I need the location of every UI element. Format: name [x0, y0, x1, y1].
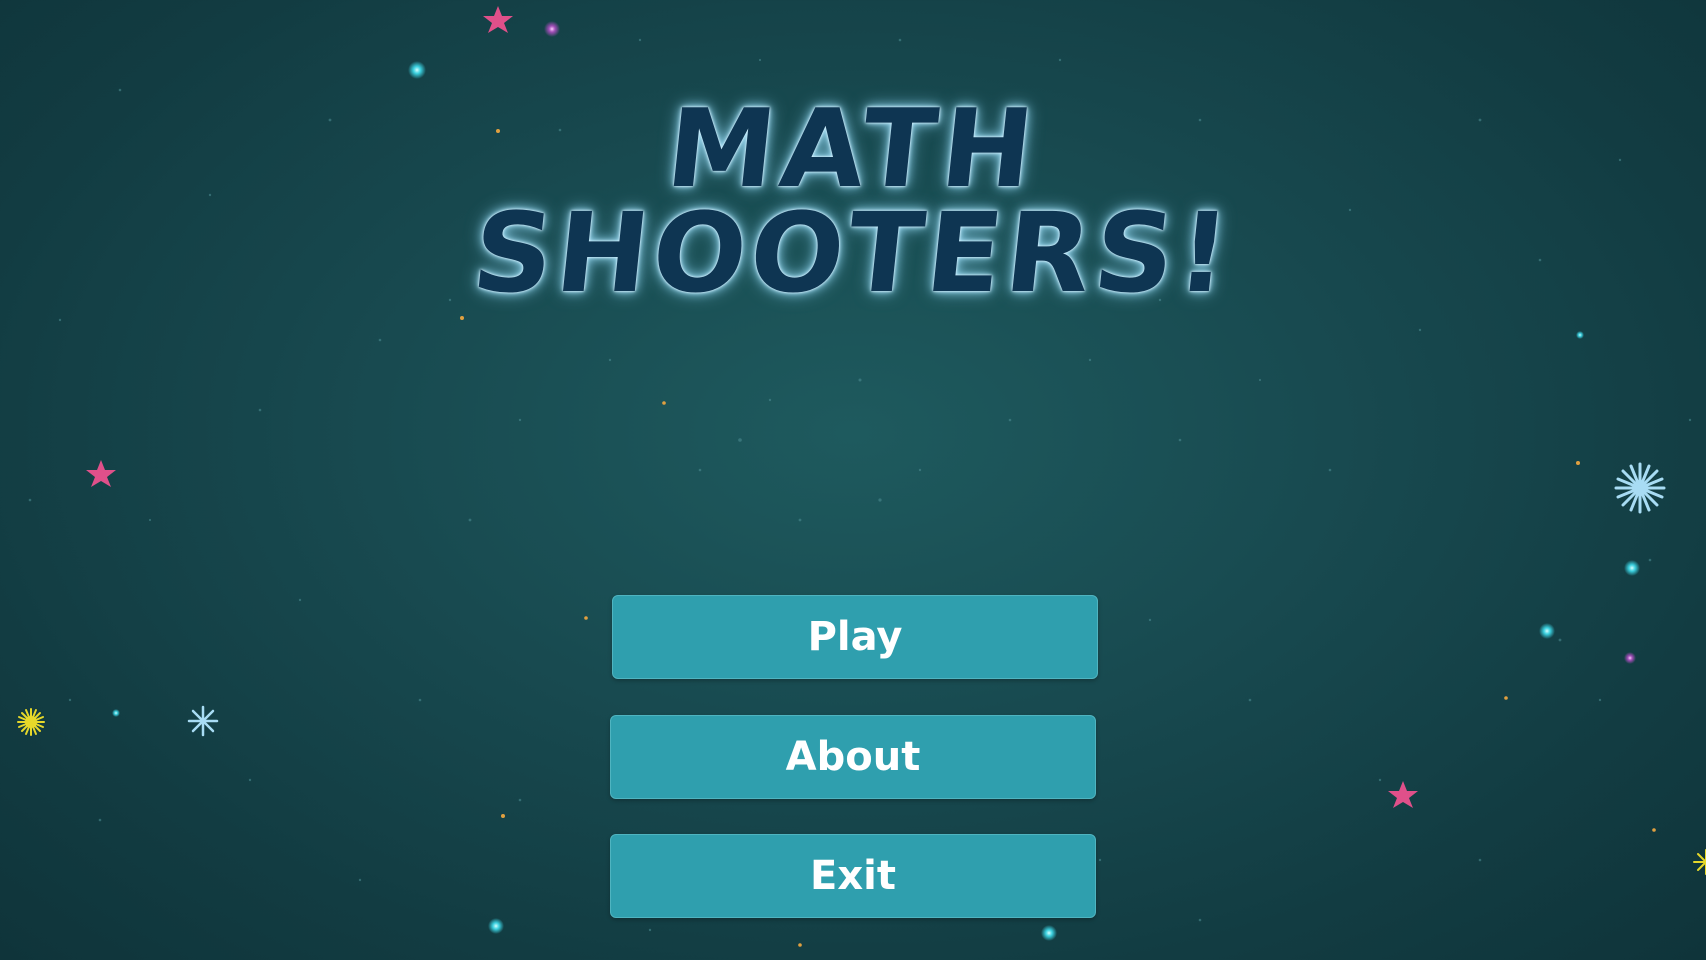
- about-button[interactable]: About: [610, 715, 1096, 799]
- play-button[interactable]: Play: [612, 595, 1098, 679]
- exit-button[interactable]: Exit: [610, 834, 1096, 918]
- main-menu: Play About Exit: [0, 0, 1706, 960]
